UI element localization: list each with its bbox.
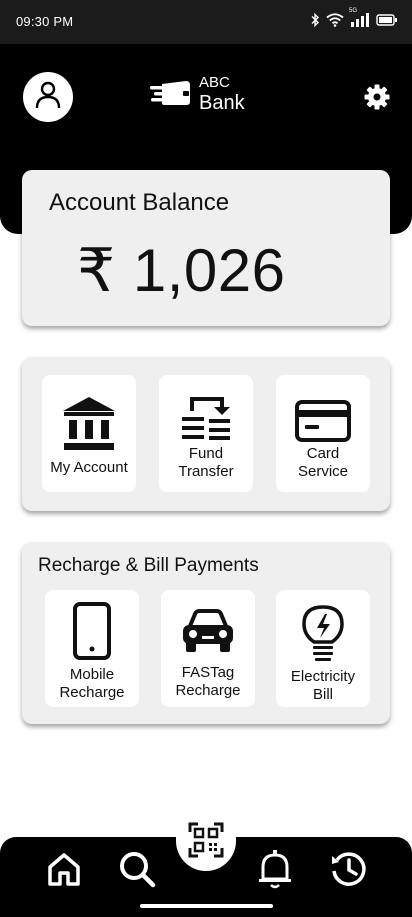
qr-scan-icon — [188, 822, 224, 863]
wifi-icon — [326, 12, 344, 27]
card-service-label-line2: Service — [297, 463, 349, 480]
home-indicator[interactable] — [140, 904, 273, 908]
bill-payments-panel: Recharge & Bill Payments Mobile Recharge… — [22, 542, 390, 724]
mobile-recharge-tile[interactable]: Mobile Recharge — [45, 590, 139, 707]
card-service-label-line1: Card — [306, 445, 340, 462]
nav-home[interactable] — [44, 851, 84, 891]
bank-name-line2: Bank — [199, 92, 245, 114]
bluetooth-icon — [310, 12, 320, 27]
balance-label: Account Balance — [49, 189, 230, 216]
balance-amount: ₹ 1,026 — [77, 237, 286, 304]
bank-brand: ABC Bank — [150, 74, 260, 118]
nav-history[interactable] — [329, 851, 369, 891]
mobile-recharge-label-line2: Recharge — [59, 684, 125, 701]
history-icon — [330, 850, 368, 893]
home-icon — [46, 851, 82, 892]
profile-button[interactable] — [23, 72, 73, 122]
balance-card: Account Balance ₹ 1,026 — [22, 170, 390, 326]
battery-icon — [376, 13, 398, 26]
nav-notifications[interactable] — [255, 849, 295, 894]
bank-logo-icon — [150, 78, 194, 113]
card-service-tile[interactable]: Card Service — [276, 375, 370, 492]
fastag-recharge-label-line2: Recharge — [175, 682, 241, 699]
qr-scan-button[interactable] — [176, 813, 236, 871]
electricity-bill-label-line2: Bill — [312, 686, 333, 703]
search-icon — [118, 850, 156, 893]
fund-transfer-tile[interactable]: Fund Transfer — [159, 375, 253, 492]
status-bar: 09:30 PM 5G — [0, 0, 412, 44]
mobile-recharge-label-line1: Mobile — [69, 666, 115, 683]
fund-transfer-label-line1: Fund — [188, 445, 224, 462]
fastag-recharge-label-line1: FASTag — [181, 664, 235, 681]
fastag-recharge-tile[interactable]: FASTag Recharge — [161, 590, 255, 707]
electricity-bill-tile[interactable]: Electricity Bill — [276, 590, 370, 707]
bank-name-line1: ABC — [199, 74, 230, 91]
my-account-tile[interactable]: My Account — [42, 375, 136, 492]
nav-search[interactable] — [117, 851, 157, 891]
network-type-label: 5G — [349, 8, 358, 14]
my-account-label: My Account — [50, 459, 128, 476]
bell-icon — [256, 849, 294, 894]
status-time: 09:30 PM — [16, 14, 74, 29]
5g-signal-icon: 5G — [349, 8, 370, 27]
electricity-bill-label-line1: Electricity — [290, 668, 356, 685]
gear-icon — [364, 84, 390, 114]
user-icon — [35, 81, 61, 114]
fund-transfer-label-line2: Transfer — [178, 463, 234, 480]
services-panel: My Account Fund Transfer Card Service — [22, 357, 390, 511]
bill-payments-title: Recharge & Bill Payments — [38, 555, 259, 576]
status-icons: 5G — [310, 8, 398, 27]
settings-button[interactable] — [364, 84, 390, 110]
